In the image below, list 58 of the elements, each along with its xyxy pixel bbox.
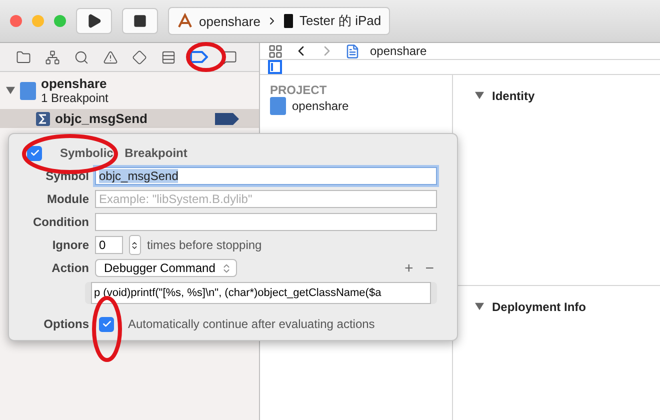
field-label: Action: [50, 261, 89, 275]
auto-continue-label: Automatically continue after evaluating actions: [128, 317, 375, 331]
stop-button[interactable]: [122, 8, 158, 34]
navigator-tab[interactable]: [188, 49, 210, 65]
warning-icon: [103, 50, 118, 64]
play-icon: [86, 13, 102, 29]
disclosure-icon[interactable]: [475, 91, 484, 100]
folder-icon: [16, 50, 31, 64]
diamond-icon: [132, 50, 147, 64]
hierarchy-icon: [45, 50, 60, 64]
ignore-suffix: times before stopping: [147, 238, 262, 252]
scheme-name: openshare: [199, 14, 260, 28]
grid-icon[interactable]: [268, 44, 283, 58]
symbol-field[interactable]: objc_msgSend: [95, 167, 437, 185]
message-icon: [222, 50, 237, 64]
project-name[interactable]: openshare: [41, 76, 108, 91]
project-icon: [270, 97, 286, 115]
auto-continue-checkbox[interactable]: [99, 316, 114, 332]
project-heading: PROJECT: [270, 83, 328, 97]
file-icon: [345, 44, 360, 58]
stop-icon: [133, 14, 147, 28]
command-field[interactable]: p (void)printf("[%s, %s]\n", (char*)object_getClassName($a: [91, 282, 431, 304]
text-field[interactable]: [95, 213, 437, 231]
popover-title: Symbolic Breakpoint: [60, 146, 188, 160]
highlight-circle: [186, 42, 226, 72]
jump-bar-crumb[interactable]: openshare: [370, 44, 427, 58]
check-icon: [102, 319, 112, 329]
project-icon: [20, 82, 36, 100]
remove-action-button[interactable]: −: [422, 260, 437, 276]
breakpoint-count: 1 Breakpoint: [41, 91, 108, 105]
project-item[interactable]: openshare: [292, 99, 349, 113]
breakpoint-icon: [190, 51, 208, 63]
sigma-icon: [36, 112, 50, 126]
stepper[interactable]: [129, 235, 141, 255]
field-label: Module: [46, 192, 89, 206]
check-icon: [30, 148, 40, 158]
run-button[interactable]: [76, 8, 112, 34]
ignore-count-field[interactable]: 0: [95, 236, 123, 254]
disclosure-icon[interactable]: [475, 302, 484, 311]
device-icon: [284, 14, 294, 28]
section-title[interactable]: Identity: [492, 89, 535, 103]
device-name: Tester 的 iPad: [299, 12, 382, 30]
sidebar-toggle-icon[interactable]: [268, 60, 282, 74]
section-title[interactable]: Deployment Info: [492, 300, 586, 314]
list-icon: [161, 50, 176, 64]
breakpoint-row[interactable]: objc_msgSend: [0, 109, 259, 128]
breakpoint-name: objc_msgSend: [55, 111, 148, 126]
add-action-button[interactable]: +: [401, 260, 416, 276]
up-down-icon: [130, 240, 139, 250]
action-popup[interactable]: Debugger Command: [95, 259, 238, 277]
field-label: Condition: [32, 215, 89, 229]
search-icon: [74, 50, 89, 64]
text-field[interactable]: Example: "libSystem.B.dylib": [95, 190, 437, 208]
disclosure-icon[interactable]: [6, 86, 15, 95]
scheme-selector[interactable]: openshare Tester 的 iPad: [168, 7, 390, 35]
field-label: Ignore: [51, 238, 89, 252]
field-label: Options: [42, 317, 89, 331]
enabled-checkbox[interactable]: [27, 146, 42, 160]
